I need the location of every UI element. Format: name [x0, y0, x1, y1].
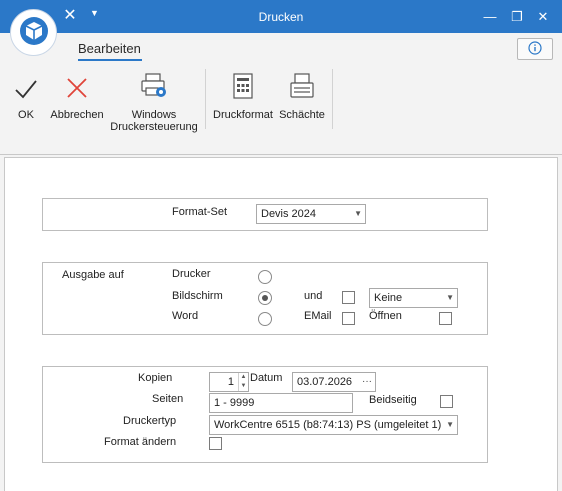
chevron-down-icon[interactable]: ▼ [446, 289, 454, 307]
spinner-arrows-icon[interactable]: ▲ ▼ [238, 373, 248, 391]
print-settings-group: Kopien 1 ▲ ▼ Datum 03.07.2026 ··· Seiten … [42, 366, 488, 463]
screen-radio[interactable] [258, 291, 272, 305]
ok-button-label: OK [18, 109, 34, 121]
printer-option-label: Drucker [172, 268, 211, 280]
change-format-label: Format ändern [104, 436, 177, 448]
and-checkbox[interactable] [342, 291, 355, 304]
printer-control-label-line2: Druckersteuerung [110, 121, 198, 133]
trays-label: Schächte [279, 109, 325, 121]
active-tab-indicator [78, 59, 142, 61]
cancel-button[interactable]: Abbrechen [48, 73, 106, 121]
pages-value: 1 - 9999 [214, 397, 255, 409]
title-bar: ✕ ▼ Drucken — ❐ ✕ [0, 0, 562, 33]
duplex-checkbox[interactable] [440, 395, 453, 408]
ribbon-separator [205, 69, 206, 129]
info-icon [528, 40, 542, 58]
printer-radio[interactable] [258, 270, 272, 284]
screen-option-label: Bildschirm [172, 290, 223, 302]
open-checkbox[interactable] [439, 312, 452, 325]
close-button[interactable]: ✕ [530, 5, 556, 29]
paper-trays-icon [289, 72, 315, 103]
format-set-label: Format-Set [172, 206, 228, 218]
output-label: Ausgabe auf [62, 269, 124, 281]
pages-input[interactable]: 1 - 9999 [209, 393, 353, 413]
email-label: EMail [304, 310, 332, 322]
tab-bearbeiten[interactable]: Bearbeiten [78, 41, 141, 56]
and-label: und [304, 290, 323, 302]
pages-label: Seiten [152, 393, 184, 405]
date-label: Datum [250, 372, 283, 384]
output-target-value: Keine [374, 292, 403, 304]
windows-printer-control-button[interactable]: Windows Druckersteuerung [108, 73, 200, 133]
date-picker-icon[interactable]: ··· [362, 373, 372, 391]
cube-icon [19, 16, 49, 49]
info-button[interactable] [517, 38, 553, 60]
word-radio[interactable] [258, 312, 272, 326]
open-label: Öffnen [369, 310, 402, 322]
minimize-button[interactable]: — [477, 5, 503, 29]
chevron-down-icon[interactable]: ▼ [354, 205, 362, 223]
format-set-combo[interactable]: Devis 2024 ▼ [256, 204, 366, 224]
email-checkbox[interactable] [342, 312, 355, 325]
maximize-button[interactable]: ❐ [504, 5, 530, 29]
word-option-label: Word [172, 310, 199, 322]
format-set-group: Format-Set Devis 2024 ▼ [42, 198, 488, 231]
change-format-checkbox[interactable] [209, 437, 222, 450]
printer-settings-icon [139, 72, 169, 103]
app-menu-button[interactable] [10, 9, 57, 56]
trays-button[interactable]: Schächte [278, 73, 326, 121]
output-target-combo[interactable]: Keine ▼ [369, 288, 458, 308]
cancel-x-icon [65, 76, 89, 103]
copies-value: 1 [227, 376, 234, 388]
copies-label: Kopien [138, 372, 173, 384]
ribbon-separator [332, 69, 333, 129]
copies-spinner[interactable]: 1 ▲ ▼ [209, 372, 249, 392]
print-format-label: Druckformat [213, 109, 273, 121]
duplex-label: Beidseitig [369, 394, 417, 406]
printer-type-value: WorkCentre 6515 (b8:74:13) PS (umgeleite… [214, 419, 442, 431]
checkmark-icon [14, 78, 38, 103]
date-field[interactable]: 03.07.2026 ··· [292, 372, 376, 392]
printer-type-label: Druckertyp [123, 415, 177, 427]
ok-button[interactable]: OK [10, 73, 42, 121]
chevron-down-icon[interactable]: ▼ [446, 416, 454, 434]
print-format-icon [232, 72, 254, 103]
ribbon: Bearbeiten OK Abbrechen Windows Druckers… [0, 33, 562, 155]
cancel-button-label: Abbrechen [50, 109, 104, 121]
output-group: Ausgabe auf Drucker Bildschirm Word und … [42, 262, 488, 335]
format-set-value: Devis 2024 [261, 208, 317, 220]
print-dialog-content: Format-Set Devis 2024 ▼ Ausgabe auf Druc… [4, 157, 558, 491]
printer-type-combo[interactable]: WorkCentre 6515 (b8:74:13) PS (umgeleite… [209, 415, 458, 435]
printer-control-label-line1: Windows [131, 109, 177, 121]
date-value: 03.07.2026 [297, 376, 353, 388]
print-format-button[interactable]: Druckformat [211, 73, 275, 121]
